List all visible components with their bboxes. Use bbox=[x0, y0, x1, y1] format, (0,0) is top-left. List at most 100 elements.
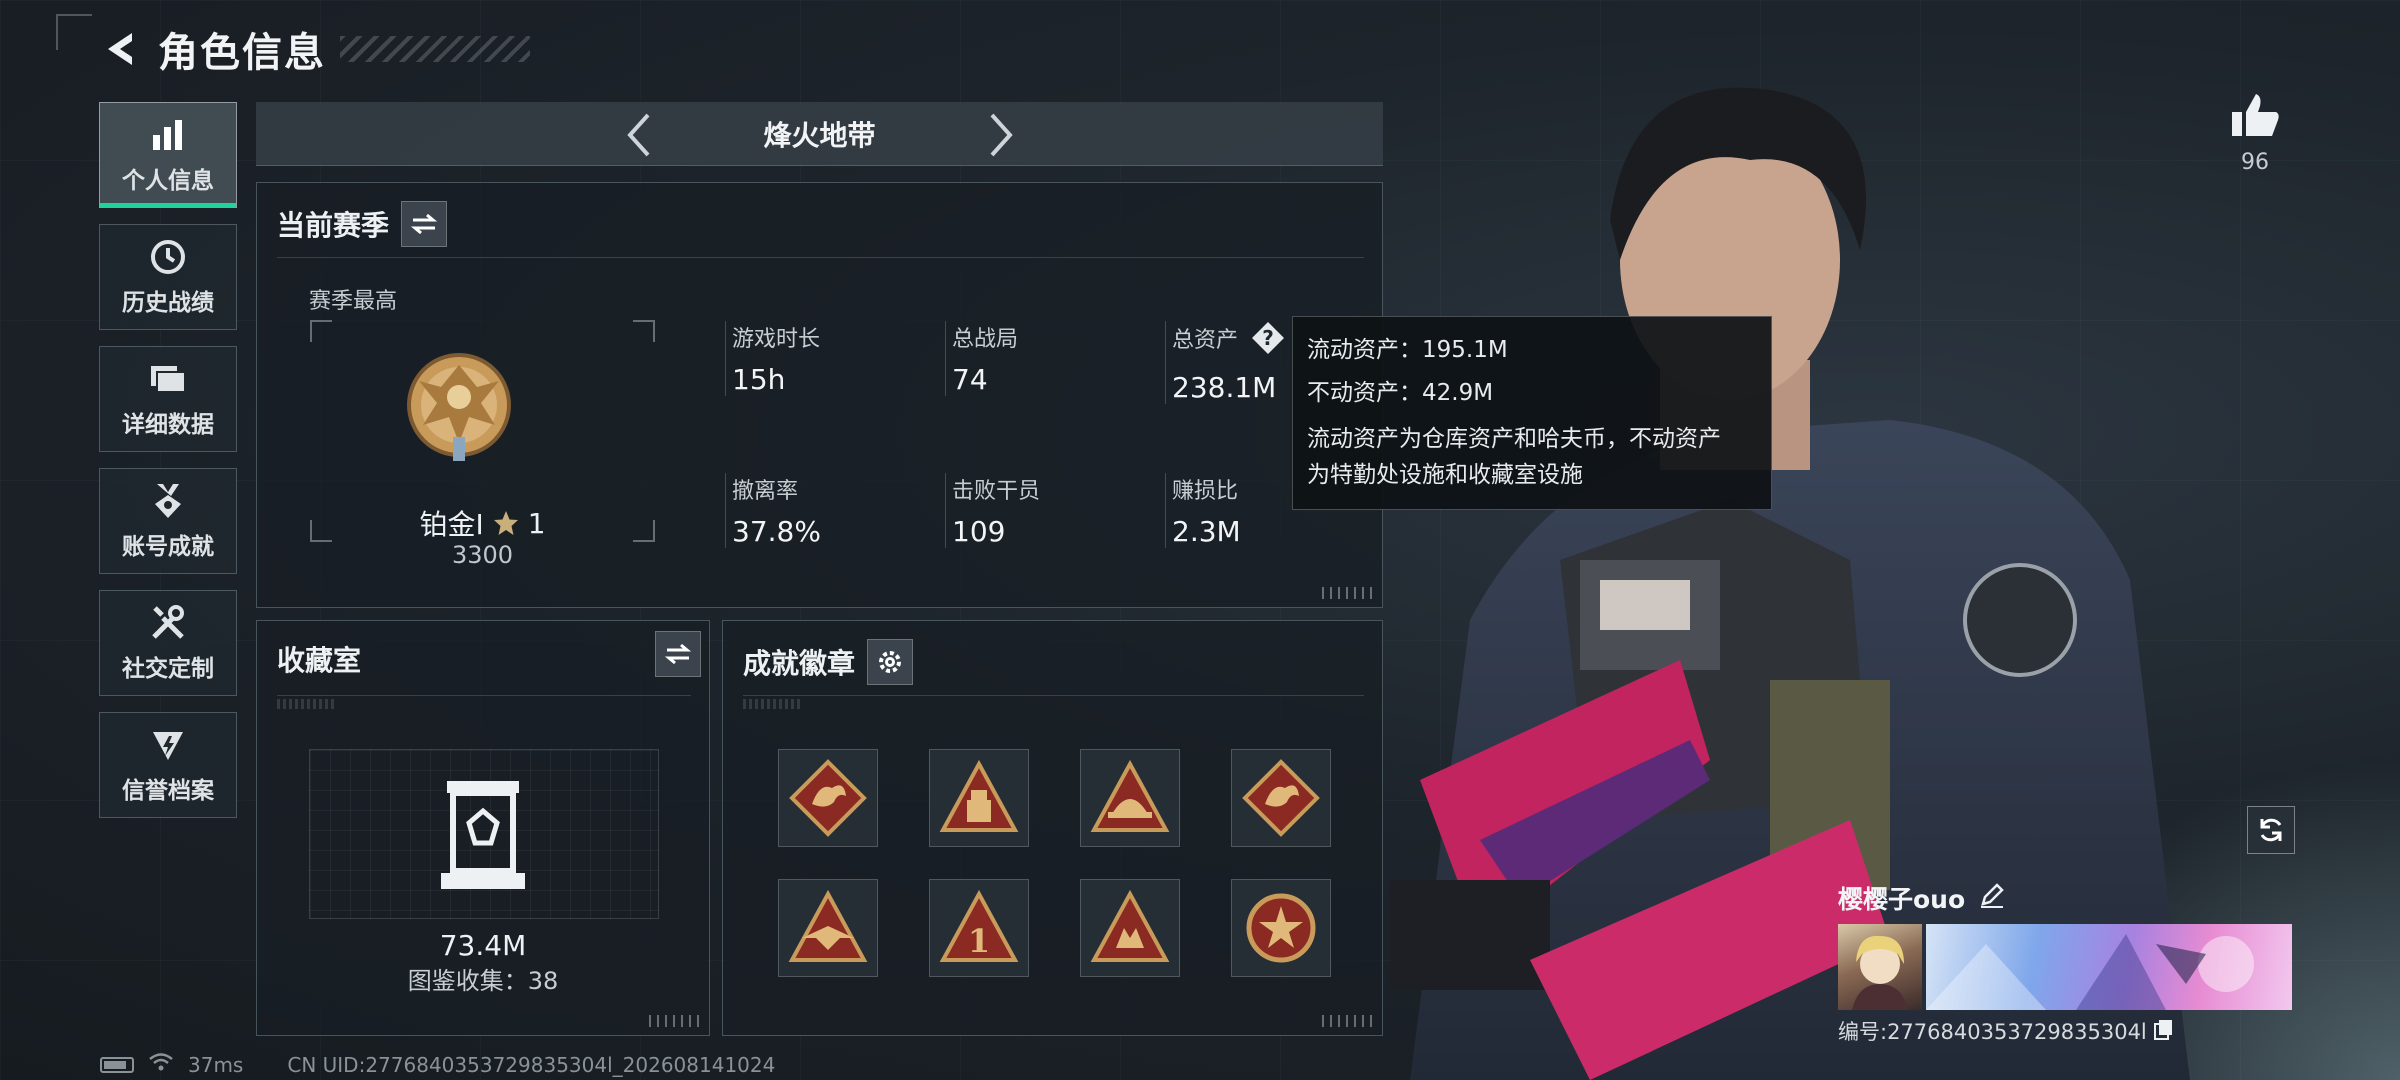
profile-banner[interactable] bbox=[1926, 924, 2292, 1010]
svg-text:1: 1 bbox=[968, 922, 990, 960]
like-count: 96 bbox=[2241, 150, 2269, 175]
rank-line: 铂金Ⅰ 1 bbox=[310, 503, 655, 543]
stat-label: 总资产 bbox=[1172, 328, 1239, 353]
stat-label: 总战局 bbox=[952, 327, 1019, 352]
corner-mark bbox=[56, 14, 92, 50]
collection-header: 收藏室 bbox=[277, 639, 361, 679]
folder-icon bbox=[148, 359, 188, 399]
badge-slot[interactable] bbox=[778, 749, 878, 847]
sidebar-item-label: 账号成就 bbox=[122, 534, 214, 560]
footer-uid: CN UID:2776840353729835304l_202608141024 bbox=[287, 1052, 776, 1077]
badge-slot[interactable] bbox=[778, 879, 878, 977]
thumbs-up-icon[interactable] bbox=[2220, 92, 2290, 142]
sidebar-item-social[interactable]: 社交定制 bbox=[99, 590, 237, 696]
eagle-badge-icon bbox=[788, 889, 868, 962]
player-card: 樱樱子ouo 编号:2776840353729835304l bbox=[1838, 880, 2298, 1046]
divider bbox=[743, 695, 1364, 696]
copy-icon[interactable] bbox=[2153, 1018, 2175, 1045]
sidebar-item-reputation[interactable]: 信誉档案 bbox=[99, 712, 237, 818]
collection-switch-button[interactable] bbox=[655, 631, 701, 677]
title-decoration bbox=[340, 36, 530, 62]
page-title: 角色信息 bbox=[158, 30, 326, 76]
achievements-panel: 成就徽章 1 bbox=[722, 620, 1383, 1036]
collection-panel[interactable]: 收藏室 73.4M 图鉴收集：38 bbox=[256, 620, 710, 1036]
sidebar: 个人信息 历史战绩 详细数据 账号成就 社交定制 信誉档案 bbox=[99, 102, 237, 834]
avatar[interactable] bbox=[1838, 924, 1922, 1010]
collection-value: 73.4M bbox=[439, 929, 527, 962]
helmet-badge-icon bbox=[1090, 759, 1170, 832]
stat-value: 109 bbox=[952, 515, 1006, 548]
tooltip-liquid-assets: 流动资产：195.1M bbox=[1307, 337, 1508, 363]
sidebar-item-detailed-data[interactable]: 详细数据 bbox=[99, 346, 237, 452]
swap-icon bbox=[410, 213, 438, 235]
edit-icon[interactable] bbox=[1979, 882, 2005, 914]
stat-total-matches: 总战局 74 bbox=[945, 321, 1018, 396]
tooltip-fixed-assets: 不动资产：42.9M bbox=[1307, 380, 1494, 406]
mode-selector: 烽火地带 bbox=[256, 102, 1383, 166]
badge-slot[interactable] bbox=[1231, 749, 1331, 847]
tent-badge-icon bbox=[939, 759, 1019, 832]
badge-slot[interactable] bbox=[1231, 879, 1331, 977]
badge-grid: 1 bbox=[778, 749, 1331, 977]
shield-icon bbox=[148, 725, 188, 765]
stat-label: 撤离率 bbox=[732, 479, 799, 504]
season-switch-button[interactable] bbox=[401, 201, 448, 247]
hands-badge-icon bbox=[1090, 889, 1170, 962]
badge-slot[interactable] bbox=[1080, 879, 1180, 977]
divider bbox=[277, 695, 691, 696]
gear-icon bbox=[879, 651, 902, 673]
rank-name: 铂金Ⅰ bbox=[419, 508, 484, 541]
sidebar-item-achievements[interactable]: 账号成就 bbox=[99, 468, 237, 574]
achievements-header: 成就徽章 bbox=[743, 639, 914, 685]
player-name: 樱樱子ouo bbox=[1838, 885, 1966, 914]
stat-value: 74 bbox=[952, 363, 988, 396]
stat-extraction-rate: 撤离率 37.8% bbox=[725, 473, 821, 548]
season-header: 当前赛季 bbox=[277, 201, 448, 247]
assets-tooltip: 流动资产：195.1M 不动资产：42.9M 流动资产为仓库资产和哈夫币，不动资… bbox=[1292, 316, 1772, 510]
stat-value: 37.8% bbox=[732, 515, 821, 548]
star-icon bbox=[493, 511, 518, 535]
stat-play-time: 游戏时长 15h bbox=[725, 321, 820, 396]
tooltip-description-line: 流动资产为仓库资产和哈夫币，不动资产 bbox=[1307, 426, 1721, 452]
stat-label: 游戏时长 bbox=[732, 327, 821, 352]
header: 角色信息 bbox=[100, 24, 530, 76]
rank-badge-icon bbox=[407, 353, 511, 461]
badge-slot[interactable] bbox=[929, 749, 1029, 847]
achievements-title: 成就徽章 bbox=[743, 647, 856, 680]
refresh-button[interactable] bbox=[2247, 806, 2295, 854]
back-icon[interactable] bbox=[100, 27, 144, 71]
dragon-badge-icon bbox=[789, 759, 867, 837]
season-panel: 当前赛季 赛季最高 铂金Ⅰ 1 3300 游戏时长 15h 总战局 74 总资产 bbox=[256, 182, 1383, 608]
wifi-icon bbox=[148, 1052, 174, 1077]
stat-profit-loss: 赚损比 2.3M bbox=[1165, 473, 1241, 548]
tooltip-description-line: 为特勤处设施和收藏室设施 bbox=[1307, 462, 1583, 488]
player-uid: 编号:2776840353729835304l bbox=[1838, 1020, 2147, 1044]
sidebar-item-label: 信誉档案 bbox=[122, 778, 214, 804]
help-icon[interactable]: ? bbox=[1251, 321, 1285, 361]
sidebar-item-label: 社交定制 bbox=[122, 656, 214, 682]
mode-next-button[interactable] bbox=[976, 110, 1026, 160]
medal-icon bbox=[148, 481, 188, 521]
sidebar-item-history[interactable]: 历史战绩 bbox=[99, 224, 237, 330]
badge-slot[interactable]: 1 bbox=[929, 879, 1029, 977]
clock-icon bbox=[148, 237, 188, 277]
stat-label: 击败干员 bbox=[952, 479, 1041, 504]
rank-stars: 1 bbox=[527, 506, 546, 540]
stat-value: 238.1M bbox=[1172, 371, 1277, 404]
stat-label: 赚损比 bbox=[1172, 479, 1239, 504]
mode-prev-button[interactable] bbox=[614, 110, 664, 160]
season-best-label: 赛季最高 bbox=[309, 289, 398, 314]
stat-total-assets: 总资产 ? 238.1M bbox=[1165, 321, 1285, 404]
collection-count: 图鉴收集：38 bbox=[407, 967, 559, 995]
star-seal-badge-icon bbox=[1246, 893, 1316, 963]
panel-deco bbox=[277, 699, 337, 709]
sidebar-item-personal-info[interactable]: 个人信息 bbox=[99, 102, 237, 208]
refresh-icon bbox=[2260, 818, 2282, 842]
stat-operators-defeated: 击败干员 109 bbox=[945, 473, 1040, 548]
divider bbox=[277, 257, 1364, 258]
badge-slot[interactable] bbox=[1080, 749, 1180, 847]
achievements-settings-button[interactable] bbox=[867, 639, 914, 685]
stat-value: 2.3M bbox=[1172, 515, 1241, 548]
sidebar-item-label: 详细数据 bbox=[122, 412, 214, 438]
ping-value: 37ms bbox=[188, 1052, 244, 1077]
